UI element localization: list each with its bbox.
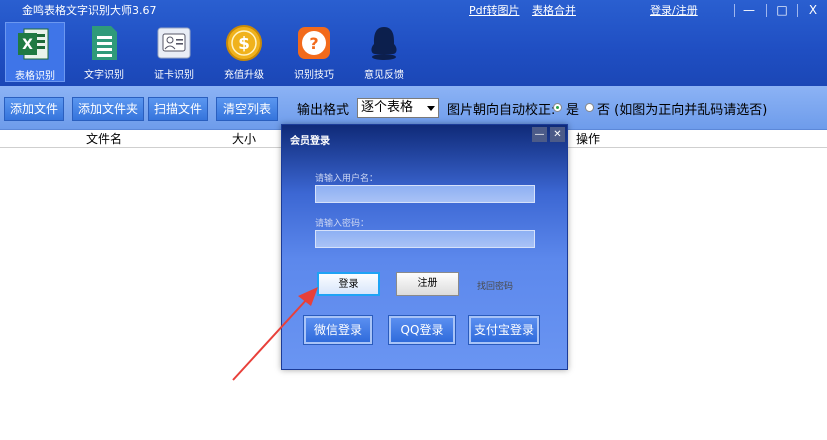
annotation-arrow xyxy=(232,287,318,381)
